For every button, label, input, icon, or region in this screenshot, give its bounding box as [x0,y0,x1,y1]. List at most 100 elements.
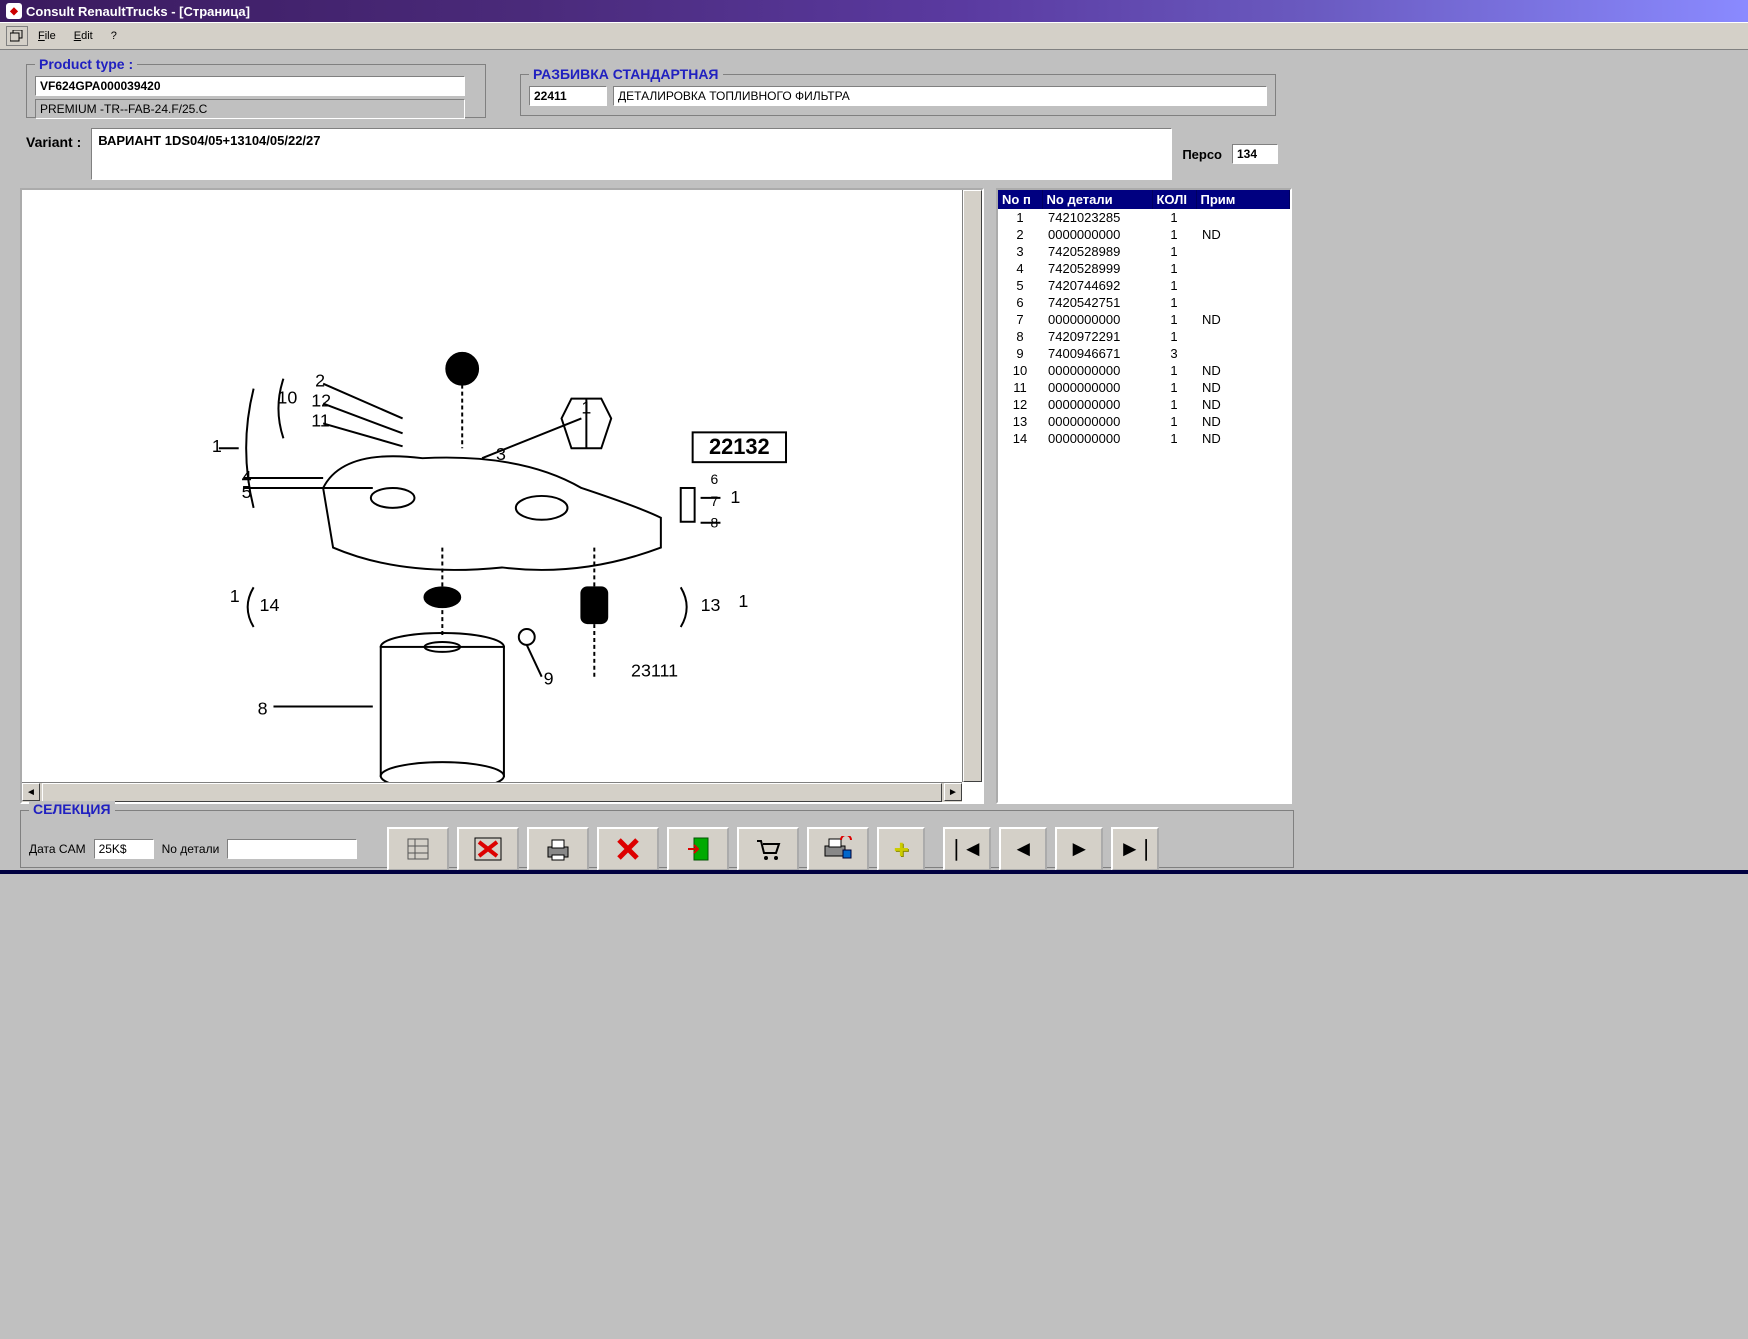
cell-part: 7420528989 [1042,243,1152,260]
cell-pos: 2 [998,226,1042,243]
col-note[interactable]: Прим [1196,190,1290,209]
cell-qty: 1 [1152,226,1196,243]
variant-row: Variant : ВАРИАНТ 1DS04/05+13104/05/22/2… [26,124,1278,180]
add-button[interactable]: + [877,827,925,871]
cell-part: 7420744692 [1042,277,1152,294]
part-no-field[interactable] [227,839,357,859]
diagram-scrollbar-horizontal[interactable]: ◄ ► [22,782,962,802]
nav-prev-button[interactable]: ◄ [999,827,1047,871]
svg-text:1: 1 [581,397,591,417]
vin-field[interactable]: VF624GPA000039420 [35,76,465,96]
svg-text:8: 8 [711,515,719,531]
part-no-label: No детали [162,842,220,856]
svg-text:11: 11 [311,410,330,430]
cell-part: 0000000000 [1042,430,1152,447]
cell-pos: 7 [998,311,1042,328]
col-part[interactable]: No детали [1042,190,1152,209]
menu-help[interactable]: ? [103,28,125,44]
cell-pos: 13 [998,413,1042,430]
cell-qty: 1 [1152,277,1196,294]
table-row[interactable]: 374205289891 [998,243,1290,260]
svg-text:1: 1 [730,487,740,507]
first-icon: ∣◄ [951,836,984,862]
breakdown-group: РАЗБИВКА СТАНДАРТНАЯ 22411 ДЕТАЛИРОВКА Т… [520,66,1276,116]
diagram-viewport[interactable]: 22132 23111 1 1 1 1 1 2 3 4 5 6 7 8 8 9 … [20,188,984,804]
breakdown-legend: РАЗБИВКА СТАНДАРТНАЯ [529,66,723,82]
table-row[interactable]: 174210232851 [998,209,1290,226]
diagram-scrollbar-vertical[interactable] [962,190,982,782]
cam-date-field[interactable]: 25K$ [94,839,154,859]
restore-window-icon[interactable] [6,26,28,46]
breakdown-desc-field[interactable]: ДЕТАЛИРОВКА ТОПЛИВНОГО ФИЛЬТРА [613,86,1267,106]
cell-qty: 1 [1152,413,1196,430]
grid-icon [406,837,430,861]
print-button[interactable] [527,827,589,871]
product-type-legend: Product type : [35,56,137,72]
cart-icon [754,837,782,861]
nav-last-button[interactable]: ►∣ [1111,827,1159,871]
table-row[interactable]: 200000000001ND [998,226,1290,243]
perso-field[interactable]: 134 [1232,144,1278,164]
cell-pos: 11 [998,379,1042,396]
menu-edit[interactable]: Edit [66,28,101,44]
table-row[interactable]: 674205427511 [998,294,1290,311]
selection-group: СЕЛЕКЦИЯ Дата CAM 25K$ No детали [20,810,1294,868]
svg-text:1: 1 [212,436,222,456]
scroll-right-icon[interactable]: ► [944,783,962,801]
details-button[interactable] [387,827,449,871]
cart-button[interactable] [737,827,799,871]
svg-text:1: 1 [738,591,748,611]
cell-part: 0000000000 [1042,396,1152,413]
exit-button[interactable] [667,827,729,871]
table-row[interactable]: 1200000000001ND [998,396,1290,413]
dark-divider [0,870,1748,874]
nav-next-button[interactable]: ► [1055,827,1103,871]
svg-text:12: 12 [311,391,331,411]
table-row[interactable]: 874209722911 [998,328,1290,345]
cell-pos: 14 [998,430,1042,447]
cell-pos: 6 [998,294,1042,311]
menu-bar: File Edit ? [0,22,1748,50]
table-row[interactable]: 574207446921 [998,277,1290,294]
delete-button[interactable] [597,827,659,871]
cell-part: 0000000000 [1042,311,1152,328]
svg-text:3: 3 [496,444,506,464]
menu-file[interactable]: File [30,28,64,44]
cell-note [1196,345,1290,362]
table-row[interactable]: 1100000000001ND [998,379,1290,396]
svg-text:1: 1 [230,586,240,606]
scroll-left-icon[interactable]: ◄ [22,783,40,801]
print-lock-button[interactable] [807,827,869,871]
table-row[interactable]: 474205289991 [998,260,1290,277]
table-row[interactable]: 1400000000001ND [998,430,1290,447]
col-pos[interactable]: No п [998,190,1042,209]
model-field: PREMIUM -TR--FAB-24.F/25.C [35,99,465,119]
app-icon: ◆ [6,3,22,19]
red-x-icon [615,836,641,862]
cell-qty: 1 [1152,362,1196,379]
cell-qty: 1 [1152,260,1196,277]
col-qty[interactable]: КОЛІ [1152,190,1196,209]
diagram-ref-22132: 22132 [709,434,770,459]
door-exit-icon [684,836,712,862]
printer-lock-icon [823,836,853,862]
clear-selection-button[interactable] [457,827,519,871]
variant-field[interactable]: ВАРИАНТ 1DS04/05+13104/05/22/27 [91,128,1172,180]
cell-part: 7420528999 [1042,260,1152,277]
diagram-ref-23111: 23111 [631,661,678,681]
nav-first-button[interactable]: ∣◄ [943,827,991,871]
cell-note: ND [1196,362,1290,379]
cell-note: ND [1196,430,1290,447]
table-row[interactable]: 974009466713 [998,345,1290,362]
table-row[interactable]: 1300000000001ND [998,413,1290,430]
cell-note [1196,243,1290,260]
cell-pos: 10 [998,362,1042,379]
table-row[interactable]: 1000000000001ND [998,362,1290,379]
variant-label: Variant : [26,128,81,150]
table-row[interactable]: 700000000001ND [998,311,1290,328]
breakdown-code-field[interactable]: 22411 [529,86,607,106]
cell-pos: 5 [998,277,1042,294]
red-x-box-icon [473,836,503,862]
cell-pos: 3 [998,243,1042,260]
parts-table[interactable]: No п No детали КОЛІ Прим 174210232851200… [996,188,1292,804]
